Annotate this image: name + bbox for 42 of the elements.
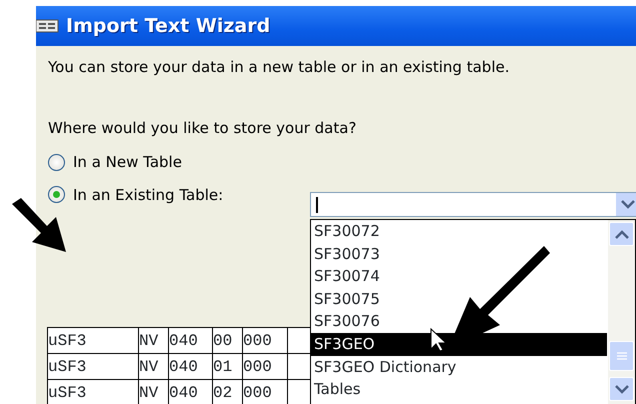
question-text: Where would you like to store your data? bbox=[48, 118, 358, 138]
list-item[interactable]: SF30073 bbox=[311, 242, 607, 266]
list-item[interactable]: SF3GEO bbox=[311, 332, 607, 356]
scroll-up-button[interactable] bbox=[609, 222, 634, 246]
table-cell: 00 bbox=[212, 328, 242, 354]
list-item[interactable]: SF3GEO Dictionary bbox=[311, 356, 607, 378]
chevron-down-icon bbox=[621, 200, 635, 209]
table-cell: 02 bbox=[212, 380, 242, 404]
table-cell: NV bbox=[138, 328, 168, 354]
radio-button[interactable] bbox=[48, 154, 65, 171]
scroll-thumb[interactable] bbox=[609, 341, 634, 371]
table-cell: uSF3 bbox=[48, 354, 138, 380]
chevron-down-icon bbox=[615, 385, 629, 394]
scrollbar[interactable] bbox=[608, 220, 635, 404]
list-item[interactable]: SF30076 bbox=[311, 310, 607, 333]
intro-text: You can store your data in a new table or in an existing table. bbox=[48, 57, 510, 78]
table-combo-box[interactable] bbox=[310, 192, 636, 217]
table-cell: NV bbox=[138, 354, 168, 380]
table-cell: 040 bbox=[168, 328, 212, 354]
table-cell: uSF3 bbox=[48, 328, 138, 354]
radio-label[interactable]: In an Existing Table: bbox=[73, 184, 224, 206]
grip-icon bbox=[617, 352, 627, 360]
table-cell: 000 bbox=[242, 354, 288, 380]
dropdown-button[interactable] bbox=[615, 193, 636, 216]
scroll-down-button[interactable] bbox=[609, 377, 634, 401]
window-icon bbox=[36, 18, 60, 34]
list-item[interactable]: Tables bbox=[311, 378, 607, 401]
window-title: Import Text Wizard bbox=[66, 14, 270, 39]
table-cell: 01 bbox=[212, 354, 242, 380]
mouse-cursor-icon bbox=[430, 328, 446, 352]
table-cell: NV bbox=[138, 380, 168, 404]
table-cell: 040 bbox=[168, 354, 212, 380]
chevron-up-icon bbox=[615, 230, 629, 239]
list-item[interactable]: SF30075 bbox=[311, 288, 607, 310]
list-item[interactable]: SF30072 bbox=[311, 220, 607, 243]
radio-label[interactable]: In a New Table bbox=[73, 151, 182, 174]
radio-button[interactable] bbox=[48, 186, 65, 204]
table-cell: 000 bbox=[242, 380, 288, 404]
list-item[interactable]: SF30074 bbox=[311, 265, 607, 288]
table-cell: 000 bbox=[242, 328, 288, 354]
table-cell: uSF3 bbox=[48, 380, 138, 404]
table-cell: 040 bbox=[168, 380, 212, 404]
